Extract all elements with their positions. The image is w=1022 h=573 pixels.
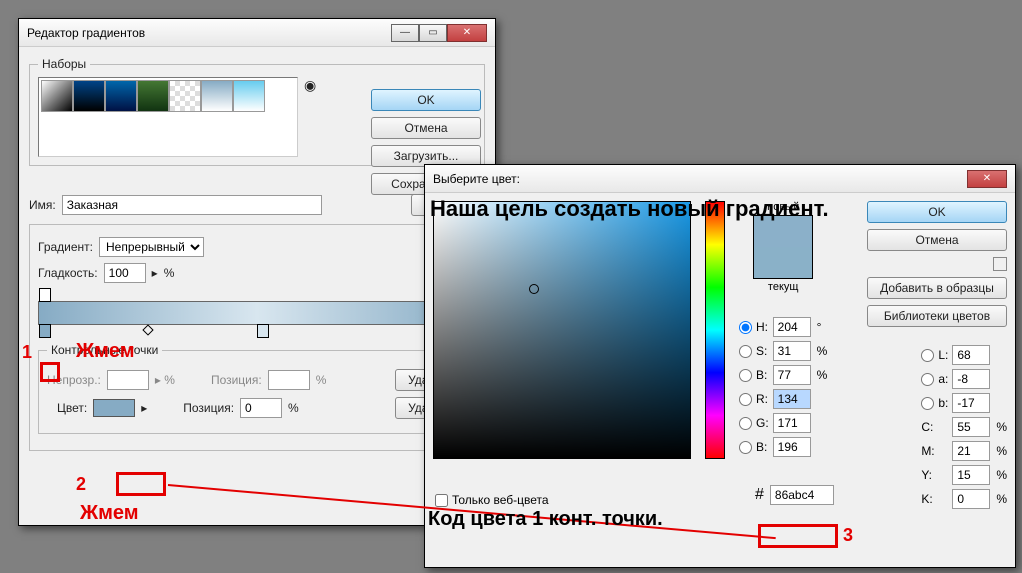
position-label-2: Позиция: xyxy=(183,401,234,415)
gradient-bar[interactable] xyxy=(38,301,476,325)
lab-b-radio[interactable] xyxy=(921,397,934,410)
annotation-number-3: 3 xyxy=(843,525,853,546)
s-radio[interactable] xyxy=(739,345,752,358)
position-label: Позиция: xyxy=(211,373,262,387)
preset-swatch[interactable] xyxy=(41,80,73,112)
window-title: Выберите цвет: xyxy=(433,172,967,186)
annotation-goal: Наша цель создать новый градиент. xyxy=(430,196,829,222)
g-input[interactable] xyxy=(773,413,811,433)
color-stop-1[interactable] xyxy=(39,324,51,338)
current-label: текущ xyxy=(768,281,799,293)
h-input[interactable] xyxy=(773,317,811,337)
annotation-press-2: Жмем xyxy=(80,502,139,525)
color-label: Цвет: xyxy=(57,401,87,415)
dropdown-arrow-icon[interactable]: ▸ xyxy=(152,266,158,280)
gradient-type-label: Градиент: xyxy=(38,240,93,254)
web-only-checkbox[interactable] xyxy=(435,494,448,507)
color-lib-button[interactable]: Библиотеки цветов xyxy=(867,305,1007,327)
smoothness-label: Гладкость: xyxy=(38,266,98,280)
name-label: Имя: xyxy=(29,198,56,212)
position-input-2[interactable] xyxy=(240,398,282,418)
gradient-type-select[interactable]: Непрерывный xyxy=(99,237,204,257)
a-input[interactable] xyxy=(952,369,990,389)
y-input[interactable] xyxy=(952,465,990,485)
picker-cursor-icon xyxy=(529,284,539,294)
preset-swatch[interactable] xyxy=(169,80,201,112)
m-input[interactable] xyxy=(952,441,990,461)
titlebar[interactable]: Редактор градиентов — ▭ ✕ xyxy=(19,19,495,47)
color-stop-2[interactable] xyxy=(257,324,269,338)
hue-slider[interactable] xyxy=(705,201,725,459)
presets-label: Наборы xyxy=(38,57,90,71)
s-input[interactable] xyxy=(773,341,811,361)
name-input[interactable] xyxy=(62,195,322,215)
preset-swatch[interactable] xyxy=(233,80,265,112)
hex-input[interactable] xyxy=(770,485,834,505)
add-swatch-button[interactable]: Добавить в образцы xyxy=(867,277,1007,299)
ok-button[interactable]: OK xyxy=(867,201,1007,223)
cancel-button[interactable]: Отмена xyxy=(371,117,481,139)
web-only-label: Только веб-цвета xyxy=(452,493,549,507)
bv-input[interactable] xyxy=(773,365,811,385)
opacity-label: Непрозр.: xyxy=(47,373,101,387)
warn-icon[interactable] xyxy=(993,257,1007,271)
ok-button[interactable]: OK xyxy=(371,89,481,111)
r-input[interactable] xyxy=(773,389,811,409)
presets-list[interactable] xyxy=(38,77,298,157)
l-radio[interactable] xyxy=(921,349,934,362)
color-swatch[interactable] xyxy=(93,399,135,417)
flyout-icon[interactable]: ◉ xyxy=(304,77,316,94)
minimize-icon[interactable]: — xyxy=(391,24,419,42)
preset-swatch[interactable] xyxy=(73,80,105,112)
preset-swatch[interactable] xyxy=(201,80,233,112)
window-title: Редактор градиентов xyxy=(27,26,391,40)
dropdown-arrow-icon[interactable]: ▸ xyxy=(141,401,147,415)
k-input[interactable] xyxy=(952,489,990,509)
cancel-button[interactable]: Отмена xyxy=(867,229,1007,251)
a-radio[interactable] xyxy=(921,373,934,386)
h-radio[interactable] xyxy=(739,321,752,334)
l-input[interactable] xyxy=(952,345,990,365)
g-radio[interactable] xyxy=(739,417,752,430)
annotation-number-2: 2 xyxy=(76,474,86,495)
color-preview xyxy=(753,215,813,279)
r-radio[interactable] xyxy=(739,393,752,406)
opacity-input xyxy=(107,370,149,390)
b-radio[interactable] xyxy=(739,369,752,382)
annotation-code: Код цвета 1 конт. точки. xyxy=(428,508,663,531)
preset-swatch[interactable] xyxy=(105,80,137,112)
titlebar[interactable]: Выберите цвет: ✕ xyxy=(425,165,1015,193)
preset-swatch[interactable] xyxy=(137,80,169,112)
color-field[interactable] xyxy=(433,201,691,459)
annotation-number-1: 1 xyxy=(22,342,32,363)
annotation-press-1: Жмем xyxy=(76,340,135,363)
c-input[interactable] xyxy=(952,417,990,437)
maximize-icon[interactable]: ▭ xyxy=(419,24,447,42)
close-icon[interactable]: ✕ xyxy=(967,170,1007,188)
midpoint-icon[interactable] xyxy=(142,324,153,335)
position-input-1 xyxy=(268,370,310,390)
smoothness-input[interactable] xyxy=(104,263,146,283)
bl-input[interactable] xyxy=(773,437,811,457)
close-icon[interactable]: ✕ xyxy=(447,24,487,42)
lab-b-input[interactable] xyxy=(952,393,990,413)
bl-radio[interactable] xyxy=(739,441,752,454)
opacity-stop[interactable] xyxy=(39,288,51,302)
hash-label: # xyxy=(755,486,764,504)
